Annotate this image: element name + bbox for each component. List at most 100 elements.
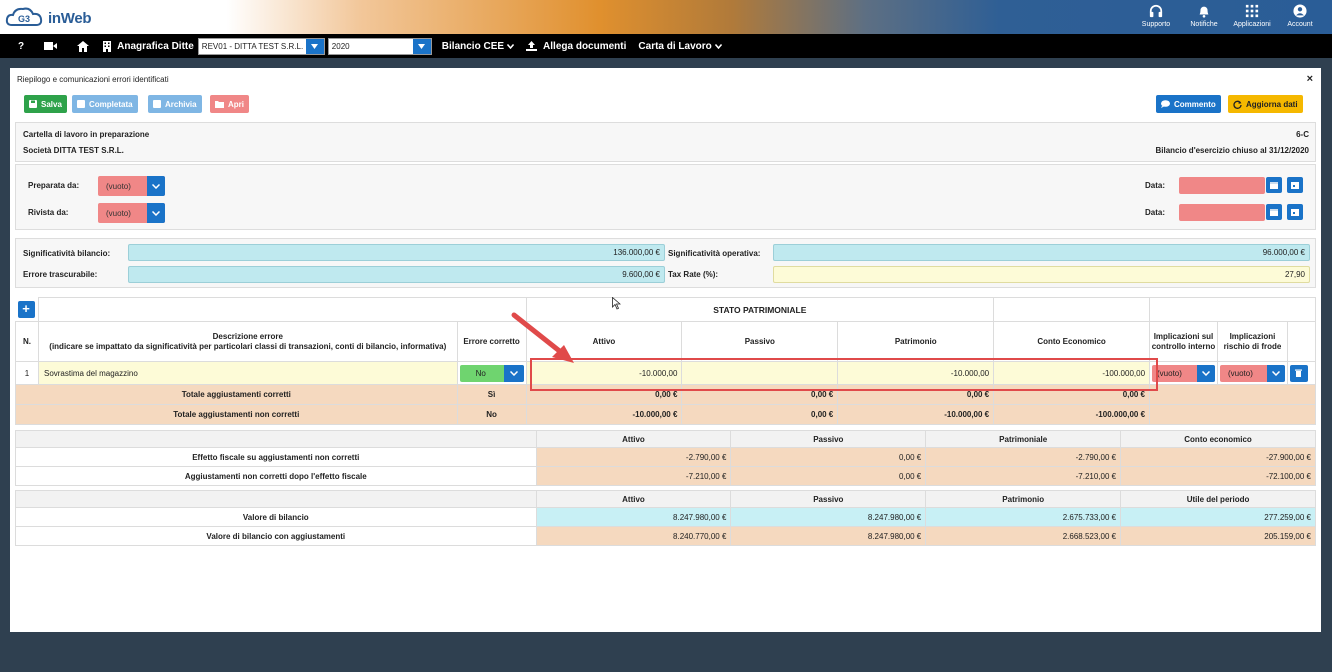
close-button[interactable]: × (1307, 73, 1313, 85)
allega-documenti-button[interactable]: Allega documenti (526, 41, 626, 52)
totale-non-corretti-row: Totale aggiustamenti non corretti No -10… (15, 404, 1316, 425)
fiscal-period: Bilancio d'esercizio chiuso al 31/12/202… (1155, 146, 1309, 155)
aggiorna-dati-button[interactable]: Aggiorna dati (1228, 95, 1303, 113)
anagrafica-ditte-label: Anagrafica Ditte (117, 40, 194, 52)
apri-label: Apri (228, 99, 244, 109)
impl-controllo-value: (vuoto) (1157, 368, 1182, 378)
commento-button[interactable]: Commento (1156, 95, 1221, 113)
fiscal-cell: 0,00 € (730, 466, 927, 486)
trash-icon[interactable] (1289, 364, 1308, 382)
balance-cell: 8.247.980,00 € (730, 526, 927, 546)
fiscal-row-label: Effetto fiscale su aggiustamenti non cor… (15, 447, 537, 467)
balance-cell: 277.259,00 € (1120, 507, 1316, 527)
preparata-da-label: Preparata da: (28, 181, 80, 190)
balance-header-row: Attivo Passivo Patrimonio Utile del peri… (15, 490, 1316, 508)
balance-cell: 8.247.980,00 € (535, 507, 732, 527)
fiscal-col-patrimoniale: Patrimoniale (925, 430, 1122, 448)
rivista-da-select[interactable]: (vuoto) (98, 203, 165, 223)
calendar-icon[interactable] (1266, 204, 1282, 220)
workpaper-status: Cartella di lavoro in preparazione (23, 130, 150, 139)
fiscal-header-row: Attivo Passivo Patrimoniale Conto econom… (15, 430, 1316, 448)
account-button[interactable]: Account (1276, 2, 1324, 32)
upload-icon (526, 41, 538, 51)
apps-button[interactable]: Applicazioni (1228, 2, 1276, 32)
chevron-down-icon (147, 203, 165, 223)
account-icon (1293, 4, 1307, 18)
errore-corretto-value: No (475, 368, 486, 378)
bilancio-cee-menu[interactable]: Bilancio CEE (442, 41, 515, 52)
rivista-da-label: Rivista da: (28, 208, 69, 217)
totale-corretti-label: Totale aggiustamenti corretti (15, 384, 458, 405)
impl-frode-select[interactable]: (vuoto) (1219, 364, 1285, 382)
salva-button[interactable]: Salva (24, 95, 67, 113)
apri-button[interactable]: Apri (210, 95, 249, 113)
completata-button[interactable]: Completata (72, 95, 138, 113)
chevron-down-icon (507, 43, 515, 49)
aggiorna-dati-label: Aggiorna dati (1246, 99, 1298, 109)
account-label: Account (1287, 21, 1313, 28)
fiscal-effect-table: Attivo Passivo Patrimoniale Conto econom… (15, 430, 1316, 486)
balance-cell: 205.159,00 € (1120, 526, 1316, 546)
save-icon (29, 100, 37, 108)
carta-di-lavoro-menu[interactable]: Carta di Lavoro (638, 41, 722, 52)
col-descrizione-subtitle: (indicare se impattato da significativit… (49, 341, 447, 351)
calendar-today-icon[interactable] (1287, 204, 1303, 220)
annotation-arrow-icon (511, 312, 574, 363)
impl-controllo-select[interactable]: (vuoto) (1152, 364, 1215, 382)
refresh-icon (1233, 100, 1242, 109)
errors-summary-panel: Riepilogo e comunicazioni errori identif… (10, 68, 1321, 632)
data-preparata-input[interactable] (1179, 177, 1265, 194)
apps-label: Applicazioni (1233, 21, 1271, 28)
balance-cell: 2.668.523,00 € (925, 526, 1122, 546)
col-impl-frode: Implicazioni rischio di frode (1216, 321, 1288, 362)
impl-frode-value: (vuoto) (1227, 368, 1253, 378)
balance-table: Attivo Passivo Patrimonio Utile del peri… (15, 490, 1316, 546)
main-navbar: ? Anagrafica Ditte REV01 - DITTA TEST S.… (0, 34, 1332, 58)
workpaper-code: 6-C (1296, 130, 1309, 139)
descrizione-input[interactable]: Sovrastima del magazzino (37, 361, 458, 385)
fiscal-col-attivo: Attivo (535, 430, 732, 448)
totale-non-corretti-patrimonio: -10.000,00 € (837, 404, 995, 425)
preparation-section: Preparata da: (vuoto) Rivista da: (vuoto… (15, 164, 1316, 230)
materiality-section: Significatività bilancio: 136.000,00 € S… (15, 238, 1316, 288)
cloud-logo-icon: G3 (4, 5, 48, 31)
company-select[interactable]: REV01 - DITTA TEST S.R.L. (197, 37, 325, 55)
table-row: Valore di bilancio con aggiustamenti 8.2… (15, 526, 1316, 546)
app-logo[interactable]: G3 inWeb (4, 4, 92, 32)
fiscal-cell: -7.210,00 € (925, 466, 1122, 486)
table-row: Valore di bilancio 8.247.980,00 € 8.247.… (15, 507, 1316, 527)
stato-patrimoniale-header: STATO PATRIMONIALE (525, 297, 995, 322)
calendar-icon[interactable] (1266, 177, 1282, 193)
fiscal-col-conto-economico: Conto economico (1120, 430, 1316, 448)
table-row: Effetto fiscale su aggiustamenti non cor… (15, 447, 1316, 467)
calendar-today-icon[interactable] (1287, 177, 1303, 193)
errore-trascurabile-label: Errore trascurabile: (23, 270, 98, 279)
video-icon[interactable] (44, 41, 58, 51)
fiscal-cell: -27.900,00 € (1120, 447, 1316, 467)
support-button[interactable]: Supporto (1132, 2, 1180, 32)
data-rivista-input[interactable] (1179, 204, 1265, 221)
notifications-button[interactable]: Notifiche (1180, 2, 1228, 32)
balance-cell: 8.240.770,00 € (535, 526, 732, 546)
salva-label: Salva (41, 99, 62, 109)
support-label: Supporto (1141, 21, 1171, 28)
chevron-down-icon (1196, 364, 1215, 382)
errors-header-row: N. Descrizione errore (indicare se impat… (15, 321, 1317, 362)
tax-rate-field[interactable]: 27,90 (773, 266, 1310, 283)
col-descrizione: Descrizione errore (indicare se impattat… (37, 321, 458, 362)
year-select[interactable]: 2020 (327, 37, 432, 55)
significativita-operativa-label: Significatività operativa: (668, 249, 761, 258)
balance-col-attivo: Attivo (535, 490, 732, 508)
preparata-da-select[interactable]: (vuoto) (98, 176, 165, 196)
balance-row-label: Valore di bilancio (15, 507, 537, 527)
add-row-button[interactable]: + (17, 300, 35, 318)
help-button[interactable]: ? (18, 41, 24, 52)
fiscal-cell: -7.210,00 € (535, 466, 732, 486)
col-n: N. (15, 321, 39, 362)
folder-icon (215, 101, 224, 108)
rivista-da-value: (vuoto) (106, 208, 131, 218)
home-icon[interactable] (77, 40, 90, 52)
archivia-button[interactable]: Archivia (148, 95, 202, 113)
totale-non-corretti-conto-economico: -100.000,00 € (993, 404, 1151, 425)
balance-col-utile: Utile del periodo (1120, 490, 1316, 508)
